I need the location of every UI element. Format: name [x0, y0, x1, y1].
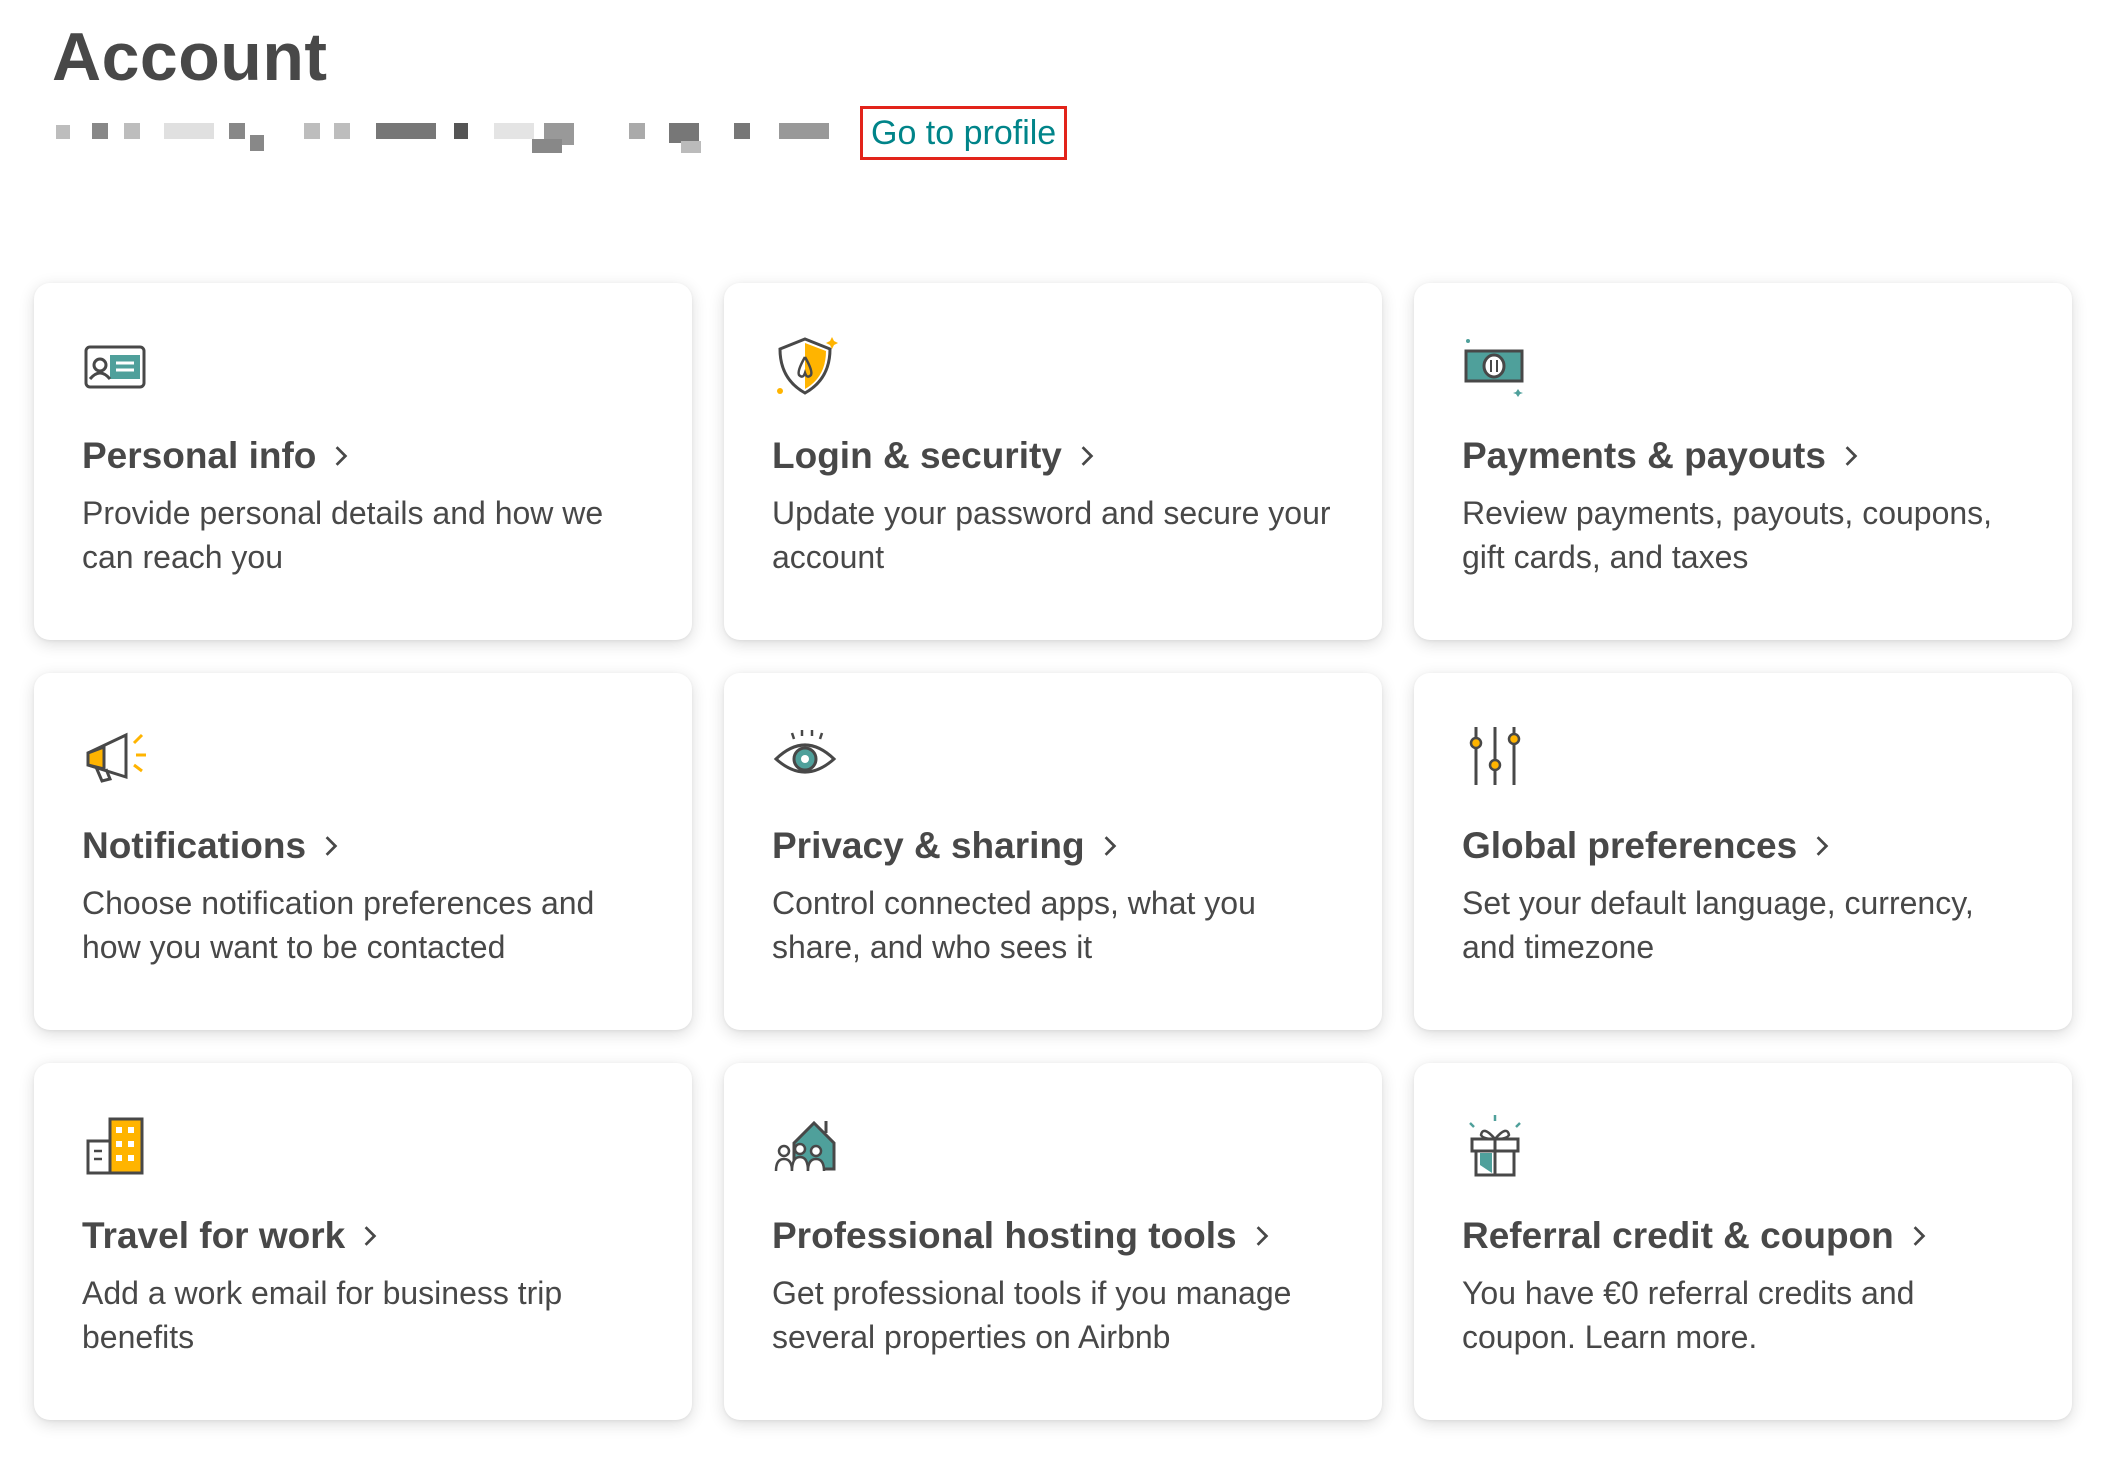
- eye-icon: [773, 730, 837, 774]
- card-travel-for-work[interactable]: Travel for work Add a work email for bus…: [34, 1063, 692, 1420]
- card-description: Choose notification preferences and how …: [82, 885, 595, 965]
- shield-icon: [777, 337, 838, 395]
- card-notifications[interactable]: Notifications Choose notification prefer…: [34, 673, 692, 1030]
- card-title: Professional hosting tools: [772, 1215, 1334, 1257]
- card-description: Control connected apps, what you share, …: [772, 885, 1256, 965]
- chevron-right-icon: [1081, 446, 1094, 466]
- chevron-right-icon: [1845, 446, 1858, 466]
- chevron-right-icon: [1816, 836, 1829, 856]
- card-title: Global preferences: [1462, 825, 2024, 867]
- card-payments-payouts[interactable]: Payments & payouts Review payments, payo…: [1414, 283, 2072, 640]
- card-referral-credit-coupon[interactable]: Referral credit & coupon You have €0 ref…: [1414, 1063, 2072, 1420]
- card-title: Referral credit & coupon: [1462, 1215, 2024, 1257]
- building-icon: [86, 1117, 144, 1175]
- gift-icon: [1469, 1115, 1521, 1177]
- card-title: Login & security: [772, 435, 1334, 477]
- chevron-right-icon: [1256, 1226, 1268, 1246]
- card-personal-info[interactable]: Personal info Provide personal details a…: [34, 283, 692, 640]
- card-description: You have €0 referral credits and coupon.…: [1462, 1275, 1915, 1355]
- chevron-right-icon: [364, 1226, 377, 1246]
- card-title: Travel for work: [82, 1215, 644, 1257]
- card-title: Personal info: [82, 435, 644, 477]
- card-professional-hosting-tools[interactable]: Professional hosting tools Get professio…: [724, 1063, 1382, 1420]
- chevron-right-icon: [336, 446, 348, 466]
- card-privacy-sharing[interactable]: Privacy & sharing Control connected apps…: [724, 673, 1382, 1030]
- profile-summary: Go to profile: [54, 106, 1068, 160]
- card-description: Get professional tools if you manage sev…: [772, 1275, 1292, 1355]
- money-icon: [1464, 339, 1524, 397]
- sliders-icon: [1469, 727, 1521, 785]
- card-description: Set your default language, currency, and…: [1462, 885, 1974, 965]
- card-description: Update your password and secure your acc…: [772, 495, 1331, 575]
- card-title: Privacy & sharing: [772, 825, 1334, 867]
- card-login-security[interactable]: Login & security Update your password an…: [724, 283, 1382, 640]
- card-description: Add a work email for business trip benef…: [82, 1275, 563, 1355]
- house-people-icon: [774, 1120, 836, 1172]
- id-card-icon: [84, 345, 146, 389]
- page-title: Account: [52, 19, 328, 95]
- card-description: Provide personal details and how we can …: [82, 495, 604, 575]
- account-cards-grid: Personal info Provide personal details a…: [34, 283, 2081, 1420]
- redacted-user-info: [54, 113, 844, 153]
- card-title: Payments & payouts: [1462, 435, 2024, 477]
- megaphone-icon: [86, 732, 146, 783]
- chevron-right-icon: [1104, 836, 1116, 856]
- card-description: Review payments, payouts, coupons, gift …: [1462, 495, 1993, 575]
- chevron-right-icon: [325, 836, 338, 856]
- card-global-preferences[interactable]: Global preferences Set your default lang…: [1414, 673, 2072, 1030]
- card-title: Notifications: [82, 825, 644, 867]
- go-to-profile-link[interactable]: Go to profile: [860, 106, 1068, 160]
- chevron-right-icon: [1913, 1226, 1926, 1246]
